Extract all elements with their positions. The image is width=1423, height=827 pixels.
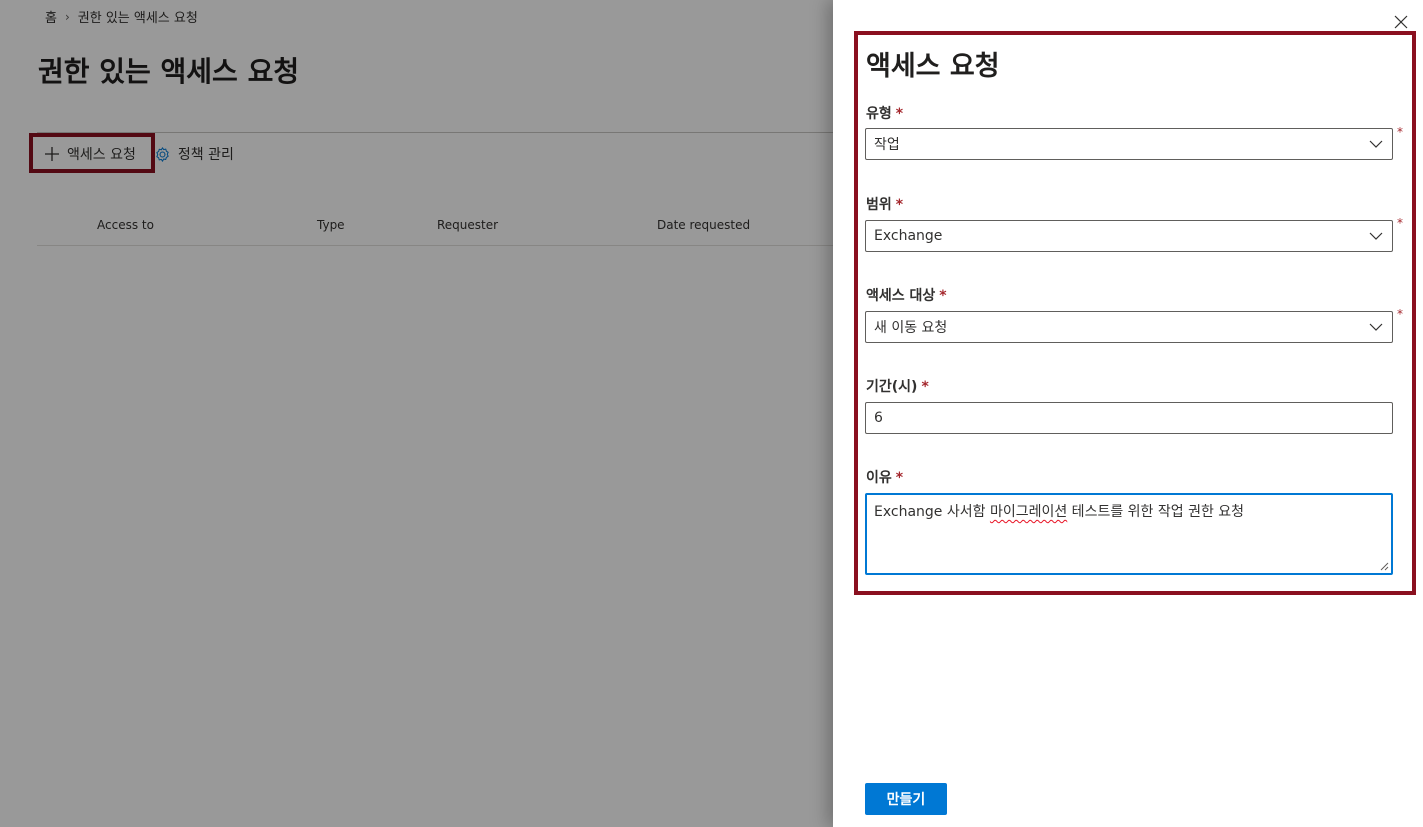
required-marker: * (939, 288, 947, 304)
type-dropdown[interactable]: 작업 (865, 128, 1393, 160)
chevron-down-icon (1369, 232, 1383, 240)
create-button[interactable]: 만들기 (865, 783, 947, 815)
type-label: 유형 * (866, 106, 904, 122)
modal-overlay[interactable] (0, 0, 833, 827)
required-marker: * (895, 470, 904, 486)
duration-value: 6 (874, 410, 883, 426)
request-access-panel: 액세스 요청 유형 * 작업 * 범위 * Exchange * 액세스 대상 * 새… (833, 0, 1423, 827)
duration-input[interactable]: 6 (865, 402, 1393, 434)
access-to-dropdown[interactable]: 새 이동 요청 (865, 311, 1393, 343)
reason-label: 이유 * (866, 470, 904, 486)
duration-label: 기간(시) * (866, 379, 929, 395)
required-marker: * (895, 197, 904, 213)
required-marker: * (1397, 307, 1403, 321)
required-marker: * (921, 379, 929, 395)
required-marker: * (1397, 125, 1403, 139)
close-button[interactable] (1391, 12, 1411, 32)
chevron-down-icon (1369, 323, 1383, 331)
close-icon (1394, 15, 1408, 29)
resize-grip-icon[interactable] (1380, 562, 1389, 571)
chevron-down-icon (1369, 140, 1383, 148)
scope-dropdown[interactable]: Exchange (865, 220, 1393, 252)
required-marker: * (1397, 216, 1403, 230)
spellcheck-word: 마이그레이션 (989, 504, 1068, 520)
scope-label: 범위 * (866, 197, 904, 213)
type-value: 작업 (874, 137, 900, 153)
access-to-value: 새 이동 요청 (874, 320, 948, 336)
panel-title: 액세스 요청 (866, 51, 1000, 82)
access-to-label: 액세스 대상 * (866, 288, 947, 304)
reason-textarea[interactable]: Exchange 사서함 마이그레이션 테스트를 위한 작업 권한 요청 (865, 493, 1393, 575)
required-marker: * (895, 106, 904, 122)
scope-value: Exchange (874, 228, 943, 244)
